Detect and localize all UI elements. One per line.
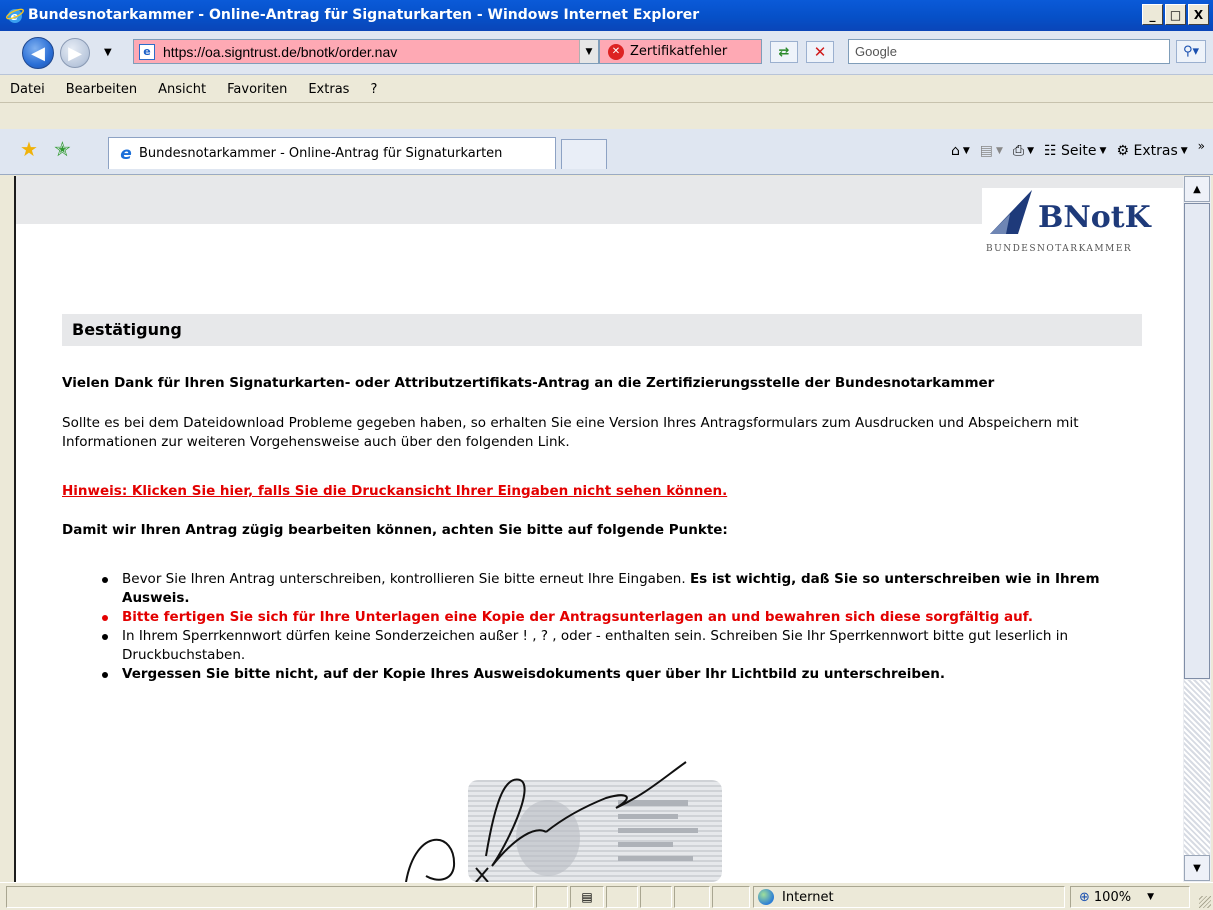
list-item: Bitte fertigen Sie sich für Ihre Unterla… bbox=[62, 608, 1152, 627]
certificate-error-label: Zertifikatfehler bbox=[630, 44, 728, 59]
page-icon: e bbox=[139, 43, 155, 60]
forward-arrow-icon: ▶ bbox=[68, 42, 82, 64]
security-zone[interactable]: Internet bbox=[753, 886, 1065, 908]
forward-button[interactable]: ▶ bbox=[60, 38, 90, 68]
window-title: Bundesnotarkammer - Online-Antrag für Si… bbox=[28, 7, 700, 23]
zoom-dropdown-icon[interactable]: ▼ bbox=[1147, 892, 1154, 902]
search-button[interactable]: ⚲▾ bbox=[1176, 40, 1206, 63]
point-3-text: In Ihrem Sperrkennwort dürfen keine Sond… bbox=[122, 628, 1069, 663]
point-4-text: Vergessen Sie bitte nicht, auf der Kopie… bbox=[122, 666, 945, 682]
ie-logo-icon: e bbox=[6, 8, 24, 23]
globe-icon bbox=[758, 889, 774, 905]
add-favorite-icon[interactable]: ✭ bbox=[54, 137, 71, 161]
menu-ansicht[interactable]: Ansicht bbox=[158, 82, 206, 97]
rss-feed-icon[interactable]: ▤ ▼ bbox=[980, 143, 1003, 159]
zone-label: Internet bbox=[782, 889, 834, 905]
scroll-track[interactable] bbox=[1184, 680, 1210, 855]
back-button[interactable]: ◀ bbox=[22, 37, 54, 69]
list-item: Bevor Sie Ihren Antrag unterschreiben, k… bbox=[62, 570, 1152, 608]
print-view-link[interactable]: Hinweis: Klicken Sie hier, falls Sie die… bbox=[62, 482, 727, 501]
page-menu-icon: ☷ bbox=[1044, 143, 1057, 159]
favorites-center-icon[interactable]: ★ bbox=[20, 137, 38, 161]
address-bar[interactable]: e https://oa.signtrust.de/bnotk/order.na… bbox=[133, 39, 599, 64]
logo-subtitle: BUNDESNOTARKAMMER bbox=[986, 244, 1133, 254]
bullet-icon bbox=[102, 672, 108, 678]
menu-datei[interactable]: Datei bbox=[10, 82, 45, 97]
history-dropdown-icon[interactable]: ▼ bbox=[104, 47, 112, 58]
zoom-control[interactable]: ⊕ 100% ▼ bbox=[1070, 886, 1190, 908]
zoom-level: 100% bbox=[1093, 889, 1132, 905]
search-icon: ⚲▾ bbox=[1182, 44, 1200, 59]
back-arrow-icon: ◀ bbox=[31, 42, 45, 64]
instruction-list: Bevor Sie Ihren Antrag unterschreiben, k… bbox=[62, 570, 1152, 684]
menu-favoriten[interactable]: Favoriten bbox=[227, 82, 287, 97]
status-cell bbox=[712, 886, 750, 908]
menu-bearbeiten[interactable]: Bearbeiten bbox=[66, 82, 137, 97]
new-tab-button[interactable] bbox=[561, 139, 607, 169]
point-1-text: Bevor Sie Ihren Antrag unterschreiben, k… bbox=[122, 571, 690, 587]
chevron-more-icon[interactable]: » bbox=[1198, 139, 1205, 153]
page-viewport[interactable]: BNotK BUNDESNOTARKAMMER Bestätigung Viel… bbox=[14, 176, 1183, 882]
gear-icon: ⚙ bbox=[1116, 143, 1130, 159]
status-cell bbox=[640, 886, 672, 908]
minimize-button[interactable]: _ bbox=[1142, 4, 1163, 25]
status-cell bbox=[536, 886, 568, 908]
certificate-error-button[interactable]: ✕ Zertifikatfehler bbox=[599, 39, 762, 64]
close-button[interactable]: X bbox=[1188, 4, 1209, 25]
bullet-icon bbox=[102, 634, 108, 640]
url-text[interactable]: https://oa.signtrust.de/bnotk/order.nav bbox=[163, 44, 397, 60]
thanks-text: Vielen Dank für Ihren Signaturkarten- od… bbox=[62, 375, 995, 391]
refresh-icon: ⇄ bbox=[778, 44, 790, 60]
intro-text: Damit wir Ihren Antrag zügig bearbeiten … bbox=[62, 522, 728, 538]
page-menu-button[interactable]: ☷ Seite ▼ bbox=[1044, 143, 1106, 159]
list-item: In Ihrem Sperrkennwort dürfen keine Sond… bbox=[62, 627, 1152, 665]
certificate-error-icon: ✕ bbox=[608, 43, 624, 60]
tab-active[interactable]: e Bundesnotarkammer - Online-Antrag für … bbox=[108, 137, 556, 169]
bullet-icon bbox=[102, 577, 108, 583]
menu-extras[interactable]: Extras bbox=[308, 82, 349, 97]
page-title: Bestätigung bbox=[62, 314, 1142, 346]
ie-page-icon: e bbox=[120, 143, 132, 164]
status-cell bbox=[606, 886, 638, 908]
print-icon[interactable]: ⎙ ▼ bbox=[1013, 143, 1034, 159]
info-text: Sollte es bei dem Dateidownload Probleme… bbox=[62, 415, 1079, 450]
signature-image bbox=[405, 761, 687, 882]
vertical-scrollbar[interactable]: ▲ ▼ bbox=[1183, 176, 1211, 882]
tab-title: Bundesnotarkammer - Online-Antrag für Si… bbox=[139, 146, 503, 161]
page-status-icon: ▤ bbox=[581, 890, 593, 904]
address-toolbar: ◀ ▶ ▼ e https://oa.signtrust.de/bnotk/or… bbox=[0, 31, 1213, 75]
bullet-icon bbox=[102, 615, 108, 621]
status-bar: ▤ Internet ⊕ 100% ▼ bbox=[0, 882, 1213, 910]
menu-help[interactable]: ? bbox=[370, 82, 377, 97]
title-bar: e Bundesnotarkammer - Online-Antrag für … bbox=[0, 0, 1213, 31]
logo-mark-icon bbox=[990, 190, 1032, 234]
status-text-cell bbox=[6, 886, 534, 908]
stop-icon: ✕ bbox=[813, 43, 827, 61]
scroll-up-icon[interactable]: ▲ bbox=[1184, 176, 1210, 202]
resize-grip-icon[interactable] bbox=[1199, 896, 1211, 908]
tools-menu-button[interactable]: ⚙ Extras ▼ bbox=[1116, 143, 1187, 159]
zoom-icon: ⊕ bbox=[1079, 889, 1090, 905]
search-input[interactable]: Google bbox=[848, 39, 1170, 64]
address-dropdown-icon[interactable]: ▼ bbox=[579, 40, 598, 63]
tools-menu-label: Extras bbox=[1133, 143, 1178, 159]
status-cell: ▤ bbox=[570, 886, 604, 908]
scroll-down-icon[interactable]: ▼ bbox=[1184, 855, 1210, 881]
stop-button[interactable]: ✕ bbox=[806, 41, 834, 63]
status-cell bbox=[674, 886, 710, 908]
menu-bar: Datei Bearbeiten Ansicht Favoriten Extra… bbox=[0, 76, 1213, 128]
list-item: Vergessen Sie bitte nicht, auf der Kopie… bbox=[62, 665, 1152, 684]
logo-brand: BNotK bbox=[1038, 200, 1151, 235]
page-menu-label: Seite bbox=[1061, 143, 1097, 159]
home-icon[interactable]: ⌂ ▼ bbox=[951, 143, 970, 159]
point-2-text: Bitte fertigen Sie sich für Ihre Unterla… bbox=[122, 609, 1033, 625]
bnotk-logo: BNotK BUNDESNOTARKAMMER bbox=[982, 188, 1183, 258]
command-bar: ⌂ ▼ ▤ ▼ ⎙ ▼ ☷ Seite ▼ ⚙ Extras ▼ » bbox=[951, 139, 1205, 159]
scroll-thumb[interactable] bbox=[1184, 203, 1210, 679]
tab-toolbar: ★ ✭ e Bundesnotarkammer - Online-Antrag … bbox=[0, 129, 1213, 175]
refresh-button[interactable]: ⇄ bbox=[770, 41, 798, 63]
maximize-button[interactable]: □ bbox=[1165, 4, 1186, 25]
